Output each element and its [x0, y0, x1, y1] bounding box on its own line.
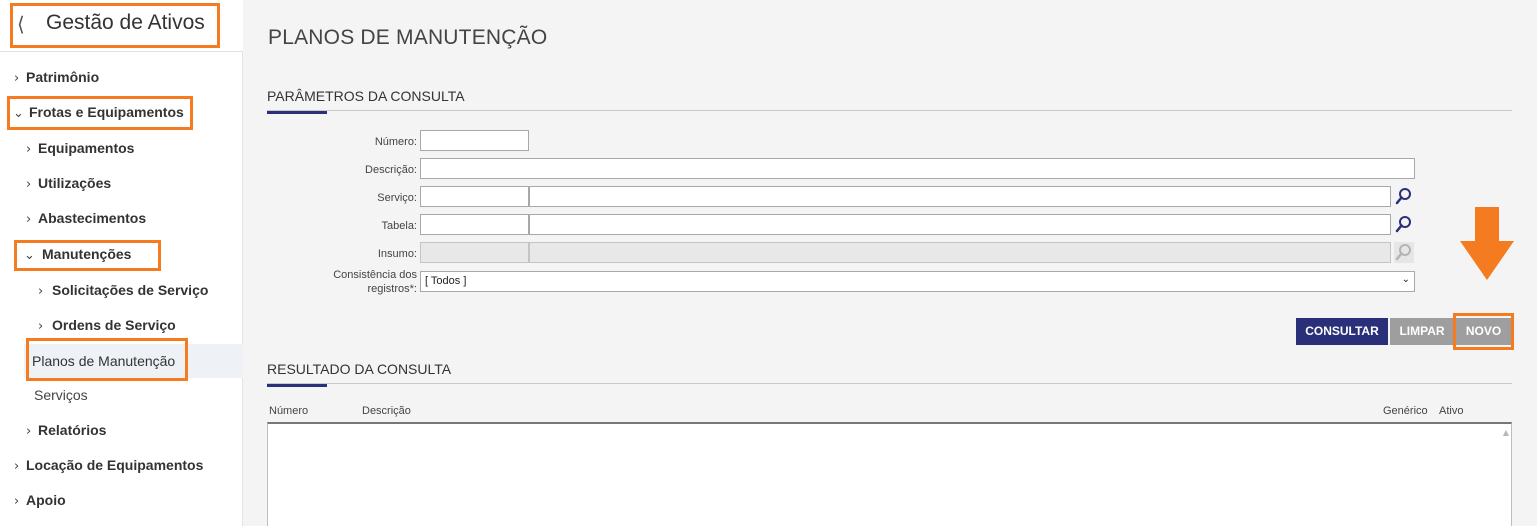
chevron-right-icon: ›	[14, 71, 20, 86]
section-accent	[267, 384, 327, 387]
column-header-generico[interactable]: Genérico	[1383, 405, 1428, 417]
sidebar-item-label: Serviços	[34, 387, 88, 403]
chevron-down-icon: ⌄	[24, 248, 35, 263]
sidebar-item-apoio[interactable]: › Apoio	[14, 485, 66, 515]
servico-label: Serviço:	[377, 192, 417, 204]
consistencia-label: Consistência dos registros*:	[333, 268, 417, 296]
descricao-label: Descrição:	[365, 164, 417, 176]
sidebar-item-locacao[interactable]: › Locação de Equipamentos	[14, 450, 203, 480]
sidebar-item-patrimonio[interactable]: › Patrimônio	[14, 62, 99, 92]
chevron-right-icon: ›	[38, 284, 44, 299]
divider	[267, 383, 1512, 384]
sidebar-item-label: Frotas e Equipamentos	[29, 104, 184, 120]
sidebar-item-ordens[interactable]: › Ordens de Serviço	[38, 310, 176, 340]
sidebar-item-label: Utilizações	[38, 175, 112, 191]
chevron-right-icon: ›	[14, 494, 20, 509]
search-icon	[1394, 242, 1414, 263]
insumo-label: Insumo:	[377, 248, 417, 260]
params-section-title: PARÂMETROS DA CONSULTA	[267, 88, 465, 104]
sidebar-item-label: Abastecimentos	[38, 210, 147, 226]
consistencia-label-line2: registros*:	[367, 283, 417, 295]
sidebar-item-manutencoes[interactable]: ⌄ Manutenções	[24, 239, 131, 269]
consistencia-label-line1: Consistência dos	[333, 269, 417, 281]
numero-input[interactable]	[420, 130, 529, 151]
tabela-code-input[interactable]	[420, 214, 529, 235]
highlight-box	[1453, 313, 1514, 350]
sidebar-title: Gestão de Ativos	[46, 11, 205, 34]
servico-code-input[interactable]	[420, 186, 529, 207]
arrow-down-icon	[1460, 207, 1514, 280]
column-header-descricao[interactable]: Descrição	[362, 405, 411, 417]
section-accent	[267, 111, 327, 114]
sidebar-item-solicitacoes[interactable]: › Solicitações de Serviço	[38, 275, 208, 305]
tabela-label: Tabela:	[381, 220, 417, 232]
search-icon[interactable]	[1394, 186, 1414, 207]
insumo-code-input	[420, 242, 529, 263]
results-section-title: RESULTADO DA CONSULTA	[267, 361, 452, 377]
sidebar-item-label: Patrimônio	[26, 69, 100, 85]
sidebar-item-label: Solicitações de Serviço	[52, 282, 209, 298]
sidebar-item-label: Equipamentos	[38, 140, 135, 156]
tabela-desc-input[interactable]	[529, 214, 1391, 235]
column-header-ativo[interactable]: Ativo	[1439, 405, 1463, 417]
sidebar-item-abastecimentos[interactable]: › Abastecimentos	[26, 203, 146, 233]
chevron-right-icon: ›	[26, 177, 32, 192]
chevron-left-icon[interactable]: ⟨	[17, 12, 25, 36]
sidebar-item-label: Ordens de Serviço	[52, 317, 176, 333]
chevron-right-icon: ›	[26, 142, 32, 157]
results-table: ▲	[267, 422, 1512, 526]
sidebar-item-relatorios[interactable]: › Relatórios	[26, 415, 106, 445]
numero-label: Número:	[374, 136, 417, 148]
search-icon[interactable]	[1394, 214, 1414, 235]
scroll-up-icon[interactable]: ▲	[1503, 428, 1509, 437]
divider	[267, 110, 1512, 111]
sidebar-item-label: Relatórios	[38, 422, 107, 438]
sidebar-item-label: Locação de Equipamentos	[26, 457, 204, 473]
main-content: PLANOS DE MANUTENÇÃO PARÂMETROS DA CONSU…	[243, 0, 1537, 526]
consistencia-value: [ Todos ]	[425, 275, 467, 287]
highlight-box	[26, 338, 188, 381]
insumo-desc-input	[529, 242, 1391, 263]
sidebar-item-utilizacoes[interactable]: › Utilizações	[26, 168, 111, 198]
consistencia-select[interactable]: [ Todos ] ⌄	[420, 271, 1415, 292]
consultar-button[interactable]: CONSULTAR	[1296, 318, 1388, 345]
sidebar-header: ⟨ Gestão de Ativos	[0, 0, 243, 52]
sidebar-item-label: Manutenções	[42, 246, 132, 262]
chevron-right-icon: ›	[14, 459, 20, 474]
chevron-down-icon: ⌄	[13, 106, 24, 121]
limpar-button[interactable]: LIMPAR	[1390, 318, 1454, 345]
sidebar-item-servicos[interactable]: Serviços	[34, 380, 88, 410]
column-header-numero[interactable]: Número	[269, 405, 308, 417]
sidebar-item-equipamentos[interactable]: › Equipamentos	[26, 133, 134, 163]
descricao-input[interactable]	[420, 158, 1415, 179]
sidebar-item-label: Apoio	[26, 492, 66, 508]
chevron-right-icon: ›	[26, 424, 32, 439]
chevron-down-icon: ⌄	[1401, 274, 1410, 285]
sidebar-item-frotas[interactable]: ⌄ Frotas e Equipamentos	[13, 97, 184, 127]
sidebar: ⟨ Gestão de Ativos › Patrimônio ⌄ Frotas e…	[0, 0, 243, 526]
chevron-right-icon: ›	[26, 212, 32, 227]
page-title: PLANOS DE MANUTENÇÃO	[268, 26, 548, 49]
servico-desc-input[interactable]	[529, 186, 1391, 207]
